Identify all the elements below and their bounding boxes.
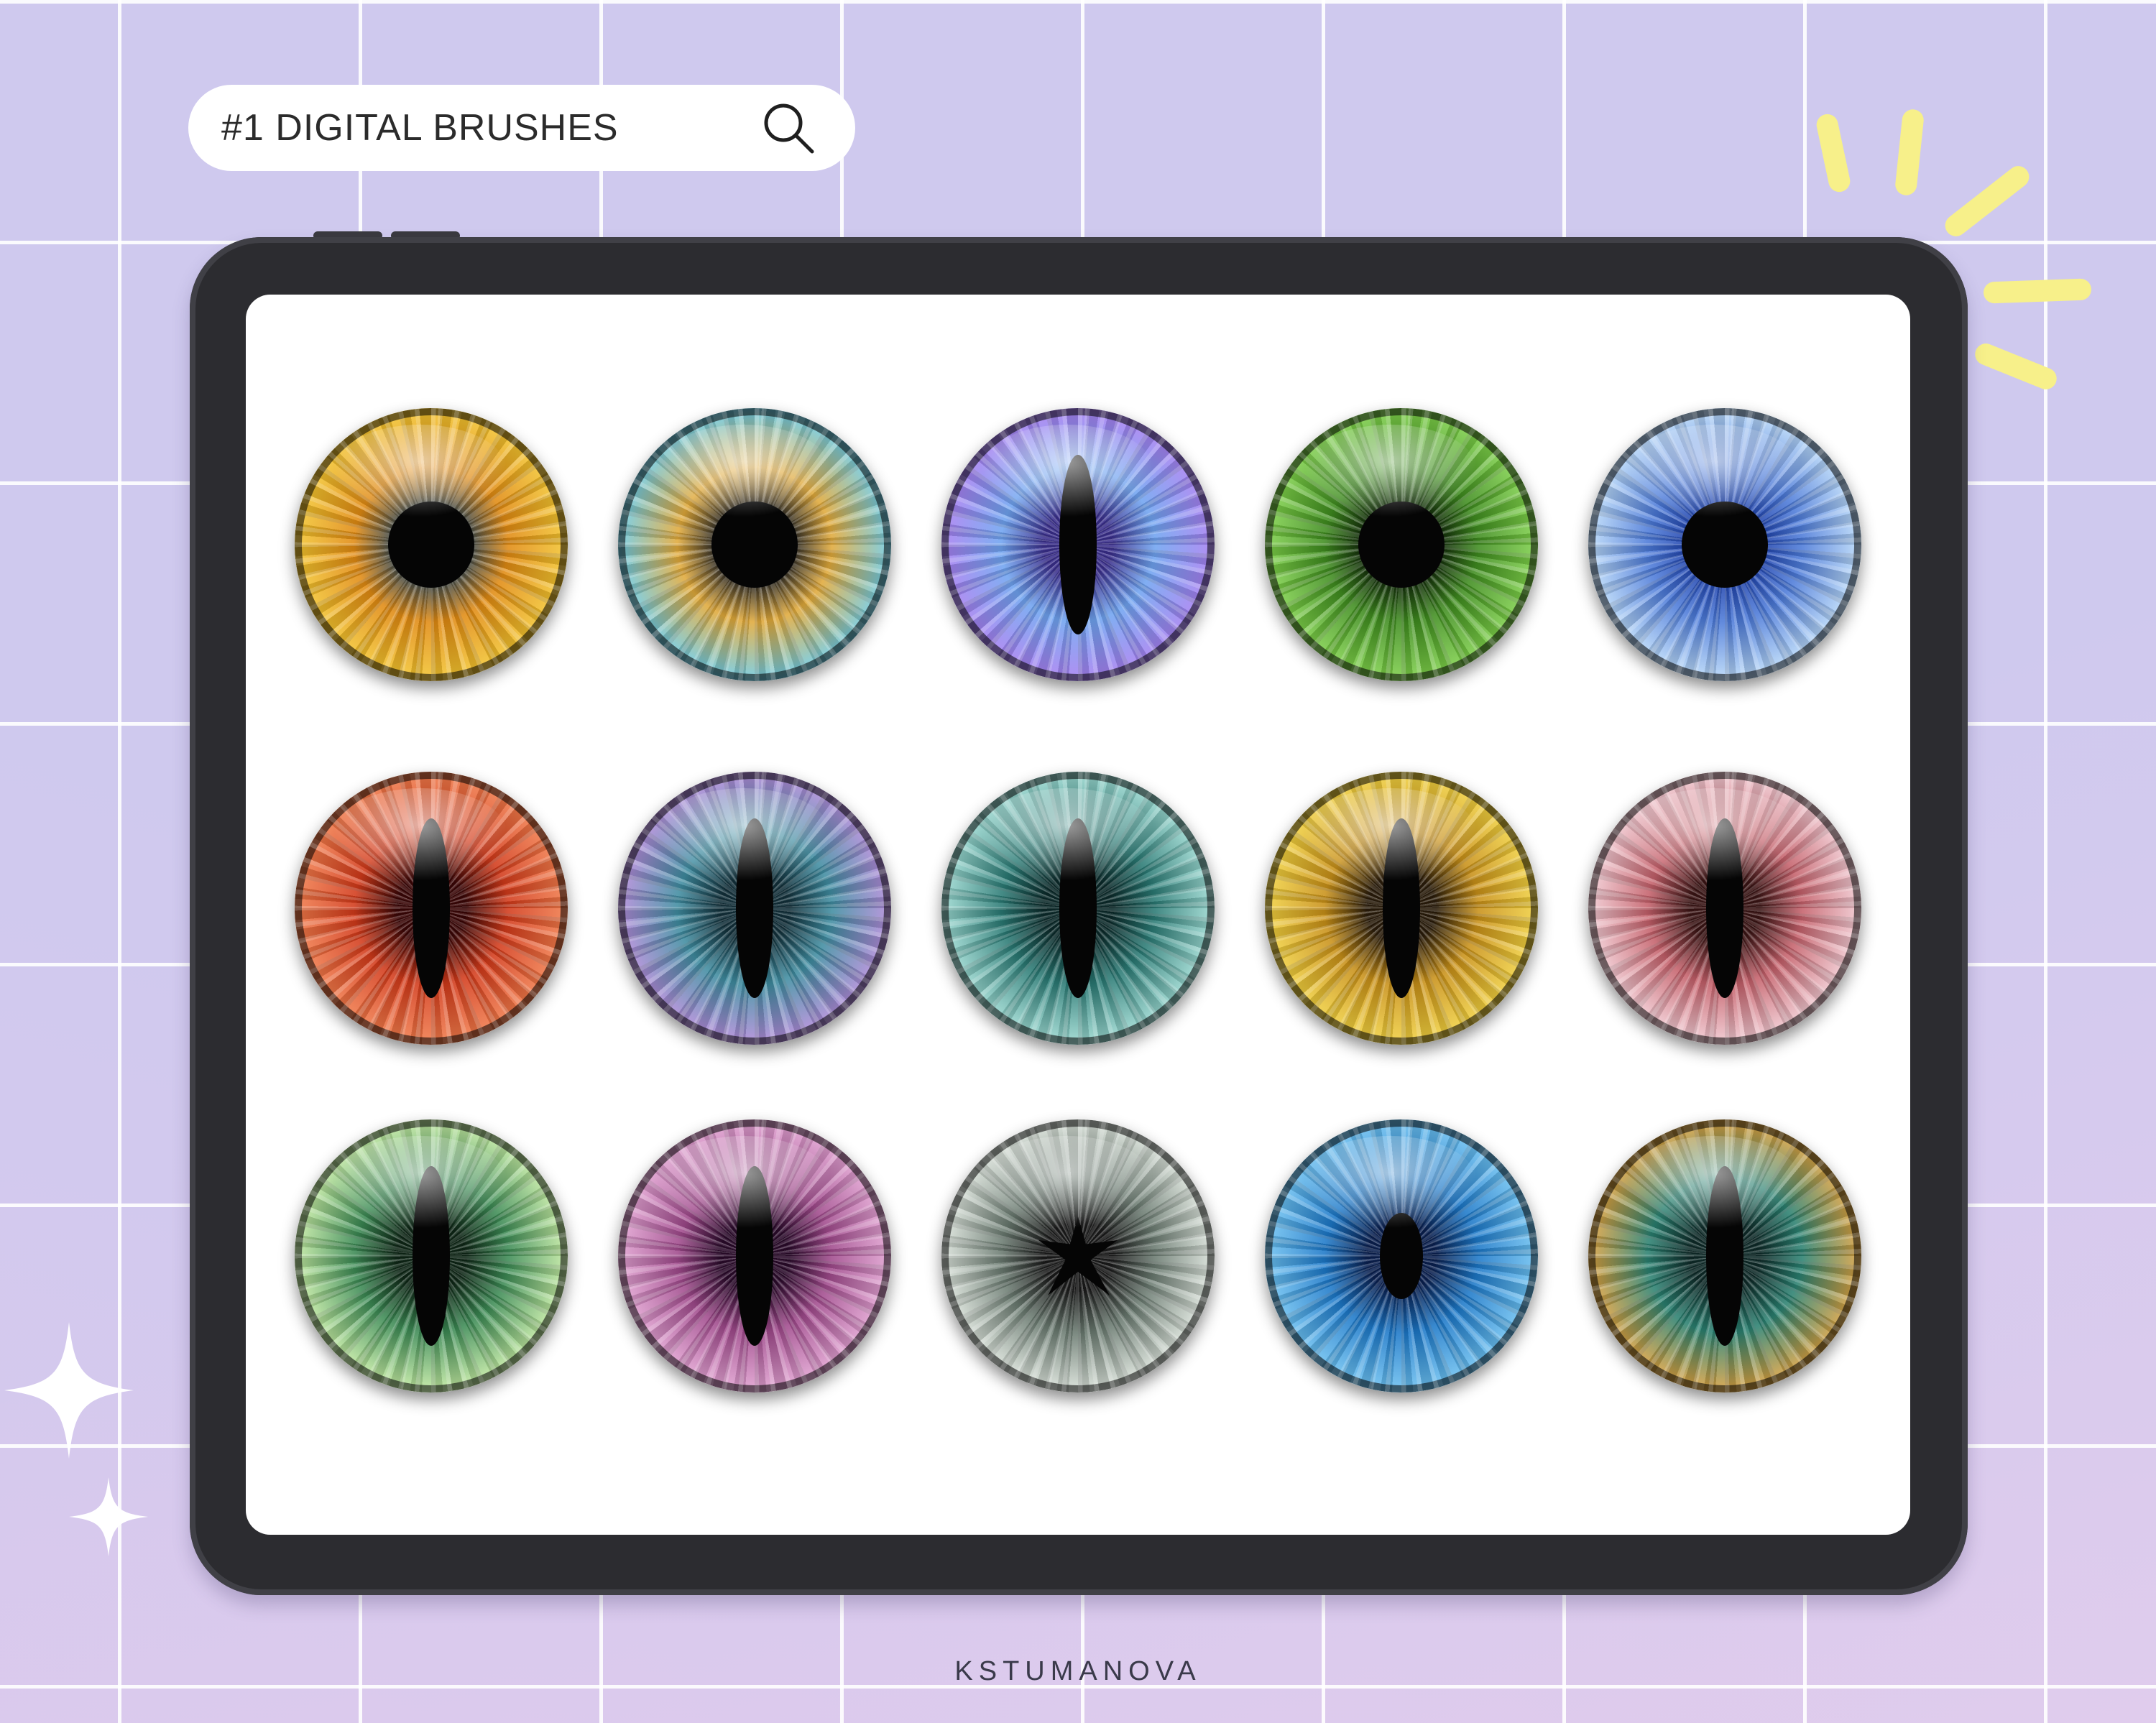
eye-green-icon[interactable] [1265,408,1538,681]
eye-shine [1626,1135,1802,1229]
eye-red-slit-icon[interactable] [295,772,568,1045]
eye-green-glow-slit-icon[interactable] [295,1119,568,1392]
eye-pink-slit-icon[interactable] [1588,772,1861,1045]
search-bar[interactable]: #1 DIGITAL BRUSHES [188,85,855,171]
eye-shine [333,787,508,881]
sparkle-icon [69,1477,148,1556]
eye-shine [656,424,831,517]
search-icon[interactable] [760,100,816,156]
eye-teal-rainbow-slit-icon[interactable] [1588,1119,1861,1392]
eye-shine [656,787,831,881]
eye-amber-sunburst-icon[interactable] [295,408,568,681]
eye-shine [1303,424,1478,517]
eye-magenta-slit-icon[interactable] [618,1119,891,1392]
eye-shine [333,424,508,517]
eye-bright-blue-icon[interactable] [1265,1119,1538,1392]
eye-shine [980,1135,1155,1229]
search-text: #1 DIGITAL BRUSHES [221,107,619,149]
eye-cyan-gold-ring-icon[interactable] [618,408,891,681]
eye-shine [1626,424,1802,517]
eye-gold-slit-icon[interactable] [1265,772,1538,1045]
sun-ray-icon [1983,278,2092,304]
eye-dark-teal-slit-icon[interactable] [941,772,1215,1045]
eye-electric-blue-icon[interactable] [1588,408,1861,681]
eye-shine [333,1135,508,1229]
eye-shine [1626,787,1802,881]
eye-teal-purple-slit-icon[interactable] [618,772,891,1045]
eye-shine [980,787,1155,881]
eye-cracked-silver-icon[interactable] [941,1119,1215,1392]
eye-shine [1303,1135,1478,1229]
eye-shine [656,1135,831,1229]
tablet-screen [246,295,1910,1535]
eye-shine [1303,787,1478,881]
brand-name: KSTUMANOVA [954,1656,1202,1686]
eye-violet-blue-slit-icon[interactable] [941,408,1215,681]
sparkle-icon [4,1322,134,1459]
eye-shine [980,424,1155,517]
